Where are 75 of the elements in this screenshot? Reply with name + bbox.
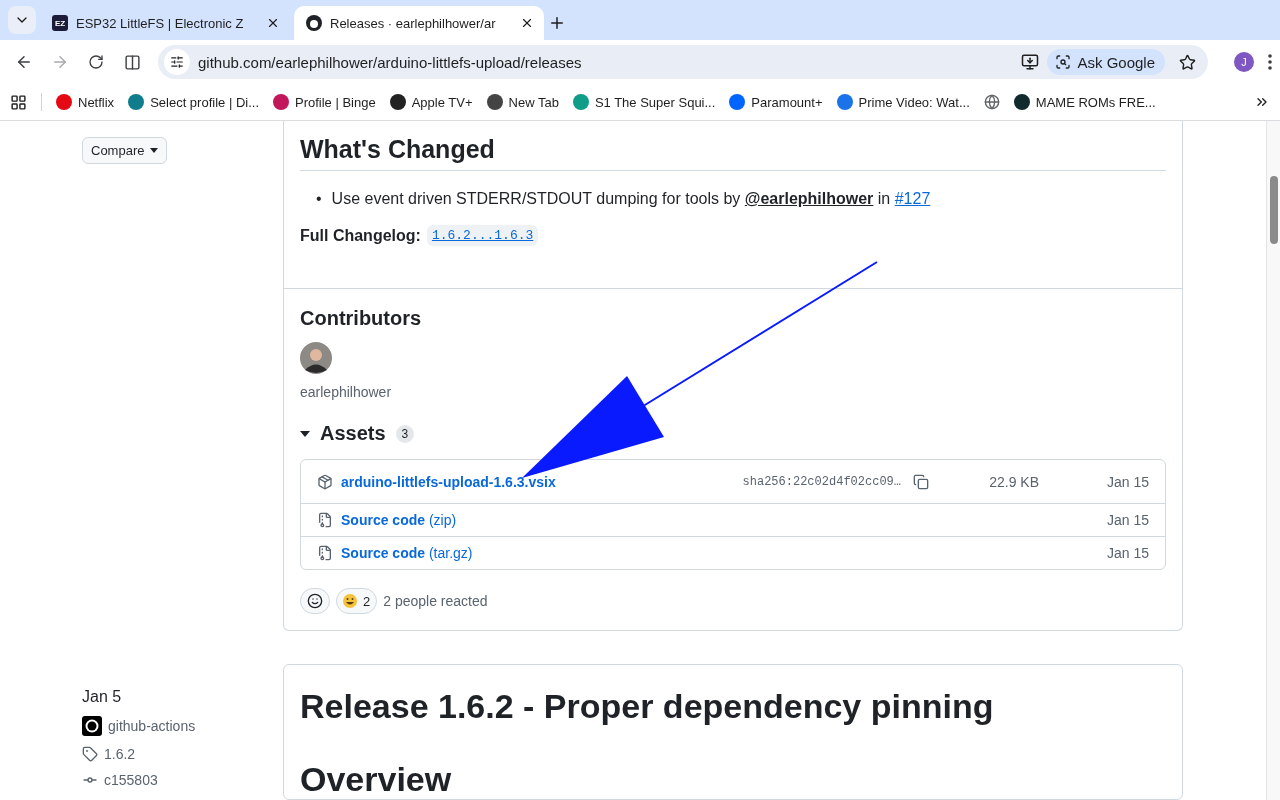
avatar xyxy=(82,716,102,736)
monitor-download-icon xyxy=(1021,53,1040,71)
add-reaction-button[interactable] xyxy=(300,588,330,614)
browser-tab[interactable]: Releases · earlephilhower/ar xyxy=(294,6,544,40)
profile-button[interactable]: J xyxy=(1234,52,1254,72)
bookmark[interactable]: MAME ROMs FRE... xyxy=(1013,94,1156,110)
plus-icon xyxy=(548,14,566,32)
list-bullet: • xyxy=(316,189,322,209)
globe-icon[interactable] xyxy=(983,94,1000,110)
asset-date: Jan 15 xyxy=(1105,473,1149,490)
file-zip-icon xyxy=(317,545,333,561)
pull-request-link[interactable]: #127 xyxy=(894,190,931,207)
install-button[interactable] xyxy=(1021,53,1040,71)
grid-icon xyxy=(10,93,27,111)
file-zip-icon xyxy=(317,512,333,528)
changelog-label: Full Changelog: xyxy=(300,226,421,245)
section-heading: What's Changed xyxy=(300,135,1166,171)
asset-count: 3 xyxy=(395,424,415,443)
site-info-button[interactable] xyxy=(164,49,190,75)
tag-link[interactable]: 1.6.2 xyxy=(82,746,136,762)
grin-icon xyxy=(343,594,357,608)
reaction-summary: 2 people reacted xyxy=(383,593,488,609)
change-item: Use event driven STDERR/STDOUT dumping for tools by @earlephilhower in #127 xyxy=(331,189,931,209)
tag-icon xyxy=(82,746,98,762)
scrollbar[interactable] xyxy=(1266,121,1280,800)
author-link[interactable]: github-actions xyxy=(82,716,196,736)
ask-google-button[interactable]: Ask Google xyxy=(1047,49,1165,75)
reaction-button[interactable]: 2 xyxy=(336,588,378,614)
caret-icon xyxy=(150,148,159,153)
address-field[interactable]: github.com/earlephilhower/arduino-littlefs-upload/releases xyxy=(198,53,1014,71)
bookmark[interactable]: Select profile | Di... xyxy=(128,94,259,110)
assets-heading: Assets xyxy=(320,422,386,445)
forward-arrow-icon xyxy=(51,53,69,71)
section-heading: Overview xyxy=(300,760,453,799)
bookmark[interactable]: Profile | Binge xyxy=(273,94,376,110)
asset-link[interactable]: arduino-littlefs-upload-1.6.3.vsix xyxy=(341,473,556,490)
asset-date: Jan 15 xyxy=(1105,512,1149,528)
copy-button[interactable] xyxy=(913,473,929,490)
close-icon[interactable] xyxy=(266,16,280,30)
bookmark[interactable]: S1 The Super Squi... xyxy=(572,94,716,110)
avatar[interactable] xyxy=(300,342,332,374)
commit-link[interactable]: c155803 xyxy=(82,772,158,788)
bookmark[interactable]: Apple TV+ xyxy=(389,94,473,110)
favicon-icon: EZ xyxy=(52,15,68,31)
bookmark[interactable]: Prime Video: Wat... xyxy=(836,94,970,110)
author-link[interactable]: @earlephilhower xyxy=(744,190,874,207)
apps-button[interactable] xyxy=(10,93,27,111)
caret-icon[interactable] xyxy=(300,428,310,439)
release-title: Release 1.6.2 - Proper dependency pinning xyxy=(299,686,995,726)
menu-button[interactable] xyxy=(1268,54,1272,70)
compare-button[interactable]: Compare xyxy=(82,137,168,164)
menu-icon xyxy=(1268,54,1272,70)
contributor-name: earlephilhower xyxy=(300,384,393,400)
star-icon xyxy=(1179,53,1196,71)
changelog-link[interactable]: 1.6.2...1.6.3 xyxy=(426,225,539,246)
smiley-icon xyxy=(307,593,323,609)
bookmark[interactable]: Netflix xyxy=(56,94,115,110)
tab-search-button[interactable] xyxy=(8,6,36,34)
bookmark[interactable]: Paramount+ xyxy=(729,94,823,110)
lens-icon xyxy=(1055,54,1072,70)
sha-digest: sha256:22c02d4f02cc09… xyxy=(742,474,901,489)
package-icon xyxy=(317,473,333,490)
close-icon[interactable] xyxy=(520,16,534,30)
bookmark[interactable]: New Tab xyxy=(486,94,559,110)
split-view-icon xyxy=(123,53,141,71)
asset-link[interactable]: Source code (zip) xyxy=(341,512,457,528)
sliders-icon xyxy=(170,55,184,69)
bookmark-star-button[interactable] xyxy=(1179,53,1196,71)
asset-date: Jan 15 xyxy=(1105,545,1149,561)
contributors-heading: Contributors xyxy=(300,307,423,330)
release-date: Jan 5 xyxy=(82,688,122,706)
asset-link[interactable]: Source code (tar.gz) xyxy=(341,545,473,561)
browser-tab[interactable]: EZ ESP32 LittleFS | Electronic Z xyxy=(40,6,290,40)
asset-size: 22.9 KB xyxy=(988,473,1039,490)
reload-icon xyxy=(88,54,104,70)
